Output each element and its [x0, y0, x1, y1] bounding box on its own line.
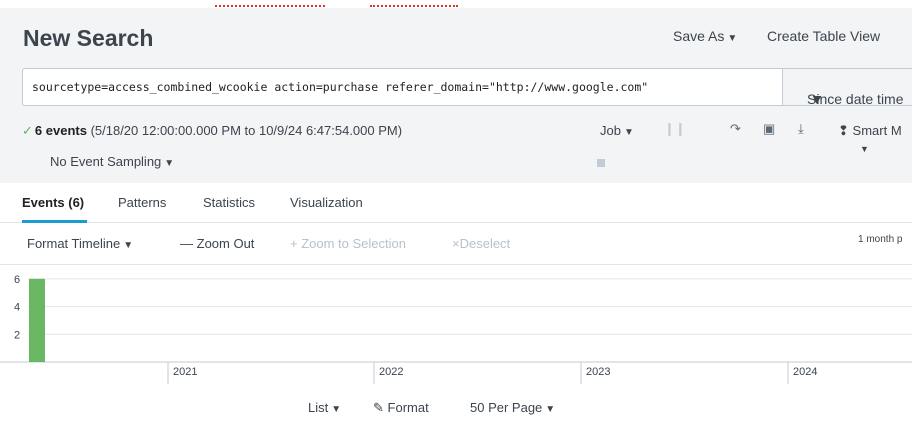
per-page-dropdown[interactable]: 50 Per Page ▼ [470, 400, 555, 415]
format-timeline-dropdown[interactable]: Format Timeline ▼ [27, 236, 133, 251]
timeline-controls: Format Timeline ▼ — Zoom Out + Zoom to Se… [0, 223, 912, 265]
y-tick-label: 6 [14, 274, 20, 286]
search-mode-label: Smart M [852, 123, 902, 138]
job-label: Job [600, 123, 621, 138]
pause-icon[interactable]: ❙❙ [664, 121, 686, 137]
spellcheck-underline [370, 4, 458, 7]
search-status: ✓ 6 events (5/18/20 12:00:00.000 PM to 10… [22, 123, 402, 139]
chevron-down-icon: ▼ [810, 91, 824, 107]
zoom-out-label: Zoom Out [196, 236, 255, 251]
per-page-label: 50 Per Page [470, 400, 543, 415]
tab-patterns[interactable]: Patterns [118, 195, 166, 210]
save-as-label: Save As [673, 28, 725, 44]
deselect-label: Deselect [459, 236, 511, 251]
list-label: List [308, 400, 329, 415]
page-title: New Search [23, 25, 154, 51]
save-as-button[interactable]: Save As ▼ [673, 28, 737, 44]
format-timeline-label: Format Timeline [27, 236, 121, 251]
x-tick-label: 2021 [173, 366, 197, 378]
tab-statistics[interactable]: Statistics [203, 195, 255, 210]
check-icon: ✓ [22, 123, 33, 138]
print-icon[interactable]: ▣ [763, 121, 775, 137]
minus-icon: — [180, 236, 193, 251]
close-icon: × [452, 236, 460, 251]
format-label: Format [387, 400, 429, 415]
search-query-input[interactable]: sourcetype=access_combined_wcookie actio… [32, 80, 648, 94]
stop-icon[interactable] [597, 159, 605, 167]
timeline-svg: 6 4 2 2021 2022 2023 2024 [0, 274, 912, 384]
search-mode-dropdown[interactable]: ❢ Smart M [838, 123, 902, 139]
results-tabs: Events (6) Patterns Statistics Visualiza… [0, 183, 912, 223]
tab-events[interactable]: Events (6) [22, 195, 84, 210]
x-tick-label: 2024 [793, 366, 817, 378]
event-sampling-dropdown[interactable]: No Event Sampling ▼ [50, 154, 174, 169]
event-timeline-chart[interactable]: 6 4 2 2021 2022 2023 2024 [0, 265, 912, 385]
zoom-to-selection-button[interactable]: + Zoom to Selection [290, 236, 406, 251]
chevron-down-icon: ▼ [123, 240, 134, 251]
x-tick-label: 2022 [379, 366, 403, 378]
y-tick-label: 2 [14, 329, 20, 341]
spellcheck-underline [215, 4, 325, 7]
chevron-down-icon: ▼ [727, 33, 738, 44]
list-view-dropdown[interactable]: List ▼ [308, 400, 341, 415]
export-icon[interactable]: ⤓ [798, 121, 804, 137]
time-range-text: (5/18/20 12:00:00.000 PM to 10/9/24 6:47… [86, 123, 403, 138]
search-header: New Search Save As ▼ Create Table View so… [0, 8, 912, 183]
chevron-down-icon: ▼ [623, 127, 634, 138]
bulb-icon: ❢ [838, 123, 849, 138]
search-bar[interactable]: sourcetype=access_combined_wcookie actio… [22, 68, 782, 106]
format-button[interactable]: ✎ Format [373, 400, 429, 416]
chevron-down-icon: ▼ [545, 404, 556, 415]
time-range-picker[interactable]: Since date time ▼ [782, 68, 912, 107]
timeline-scale-label: 1 month p [858, 234, 903, 245]
y-tick-label: 4 [14, 302, 20, 314]
chevron-down-icon: ▼ [331, 404, 342, 415]
timeline-bar [29, 278, 45, 362]
create-table-view-button[interactable]: Create Table View [767, 28, 880, 44]
event-count: 6 events [34, 123, 87, 138]
x-tick-label: 2023 [586, 366, 610, 378]
pencil-icon: ✎ [373, 400, 384, 415]
deselect-button[interactable]: ×Deselect [452, 236, 510, 251]
sampling-label: No Event Sampling [50, 154, 162, 169]
share-icon[interactable]: ↷ [730, 121, 741, 137]
tab-visualization[interactable]: Visualization [290, 195, 363, 210]
chevron-down-icon: ▼ [164, 158, 175, 169]
zoom-out-button[interactable]: — Zoom Out [180, 236, 254, 251]
job-menu[interactable]: Job ▼ [600, 123, 634, 138]
chevron-down-icon[interactable]: ▼ [860, 144, 869, 154]
browser-cropped-strip [0, 0, 912, 8]
